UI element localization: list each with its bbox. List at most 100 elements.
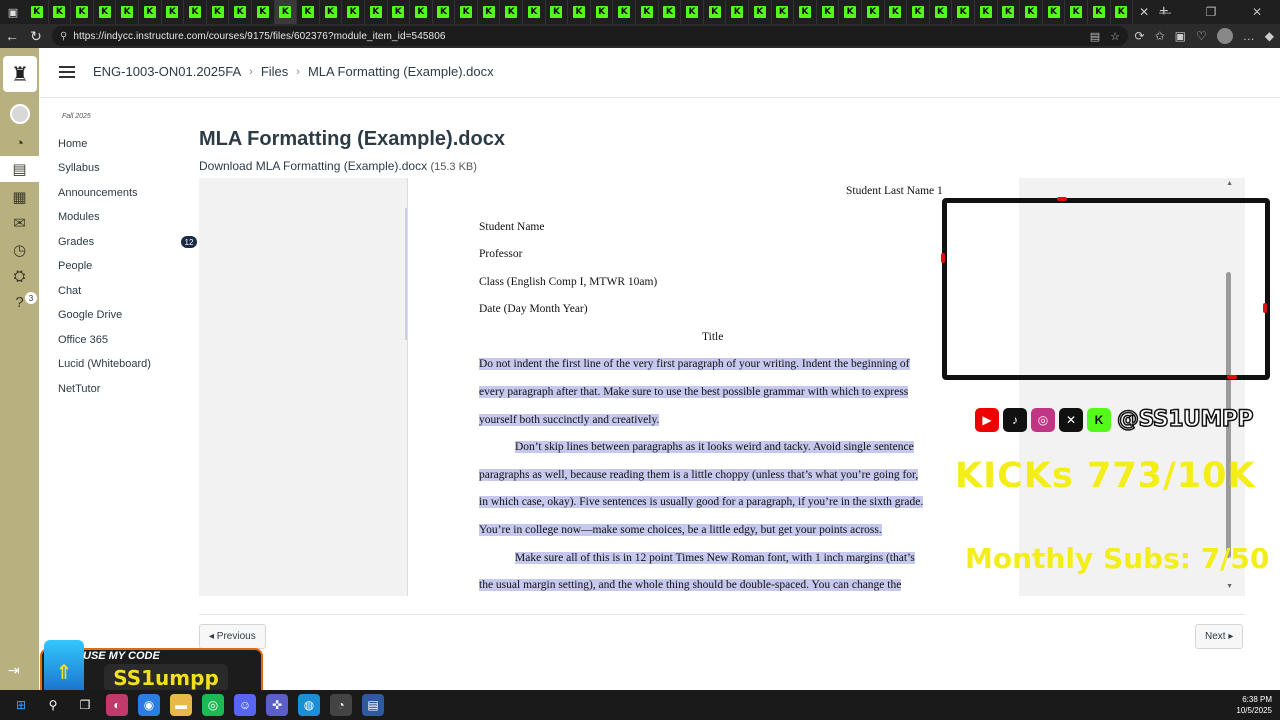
browser-tab[interactable]: K [433, 0, 456, 24]
browser-tab[interactable]: K [478, 0, 501, 24]
browser-tab[interactable]: K [568, 0, 591, 24]
discord-icon[interactable]: ☺ [234, 694, 256, 716]
browser-tab[interactable]: K [998, 0, 1021, 24]
maximize-icon[interactable]: ❐ [1188, 0, 1234, 24]
course-nav-office-365[interactable]: Office 365 [58, 334, 108, 346]
history-icon[interactable]: ◷ [0, 237, 39, 263]
account-avatar[interactable] [0, 101, 39, 127]
studio-icon[interactable]: ⛭ [0, 263, 39, 289]
browser-tab[interactable]: K [817, 0, 840, 24]
course-nav-nettutor[interactable]: NetTutor [58, 383, 100, 395]
course-nav-people[interactable]: People [58, 260, 92, 272]
browser-tab[interactable]: K [71, 0, 94, 24]
favorites-icon[interactable]: ✩ [1155, 29, 1165, 43]
browser-tab[interactable]: K [636, 0, 659, 24]
browser-tab[interactable]: K [591, 0, 614, 24]
search-icon[interactable]: ⚲ [42, 694, 64, 716]
browser-tab[interactable]: K [365, 0, 388, 24]
tab-actions-icon[interactable]: ▣ [0, 0, 26, 24]
browser-tab[interactable]: K [342, 0, 365, 24]
browser-tab[interactable]: K [1065, 0, 1088, 24]
browser-tab[interactable]: K [726, 0, 749, 24]
browser-essentials-icon[interactable]: ♡ [1196, 29, 1207, 43]
reload-icon[interactable]: ↻ [24, 24, 48, 48]
more-menu-icon[interactable]: … [1243, 29, 1255, 43]
minimize-icon[interactable]: — [1142, 0, 1188, 24]
browser-tab[interactable]: K [388, 0, 411, 24]
course-nav-announcements[interactable]: Announcements [58, 187, 138, 199]
site-info-icon[interactable]: ⚲ [60, 31, 67, 42]
spotify-icon[interactable]: ◎ [202, 694, 224, 716]
breadcrumb-course[interactable]: ENG-1003-ON01.2025FA [93, 64, 241, 79]
browser-tab[interactable]: K [681, 0, 704, 24]
browser-tab[interactable]: K [930, 0, 953, 24]
browser-tab[interactable]: K [862, 0, 885, 24]
browser-tab[interactable]: K [839, 0, 862, 24]
obs-icon[interactable]: ◔ [330, 694, 352, 716]
document-page[interactable]: Student Last Name 1 Student Name Profess… [407, 178, 1019, 596]
institution-logo[interactable]: ♜ [3, 56, 37, 92]
browser-tab[interactable]: K [613, 0, 637, 24]
browser-tab[interactable]: K [659, 0, 682, 24]
browser-tab[interactable]: K [749, 0, 772, 24]
browser-tab[interactable]: K [455, 0, 478, 24]
browser-tab[interactable]: K [704, 0, 727, 24]
document-app-icon[interactable]: ▤ [362, 694, 384, 716]
course-nav-grades[interactable]: Grades [58, 236, 94, 248]
courses-icon[interactable]: ▤ [0, 156, 39, 182]
calendar-icon[interactable]: ▦ [0, 184, 39, 210]
browser-tab[interactable]: K [500, 0, 524, 24]
collections-icon[interactable]: ▣ [1175, 29, 1186, 43]
browser-tab[interactable]: K [794, 0, 817, 24]
download-link-label[interactable]: Download MLA Formatting (Example).docx [199, 159, 427, 173]
browser-tab[interactable]: K [116, 0, 139, 24]
browser-tab[interactable]: K [297, 0, 320, 24]
edge-icon[interactable]: ◍ [298, 694, 320, 716]
browser-tab[interactable]: K [207, 0, 230, 24]
address-bar[interactable]: ⚲ https://indycc.instructure.com/courses… [52, 26, 1128, 46]
course-nav-google-drive[interactable]: Google Drive [58, 309, 122, 321]
back-icon[interactable]: ← [0, 24, 24, 48]
browser-tab[interactable]: K [139, 0, 162, 24]
browser-tab[interactable]: K [772, 0, 795, 24]
chrome-icon[interactable]: ◉ [138, 694, 160, 716]
browser-tab[interactable]: K [229, 0, 252, 24]
extensions-icon[interactable]: ⟳ [1135, 29, 1145, 43]
browser-tab[interactable]: K [1043, 0, 1066, 24]
reader-view-icon[interactable]: ▤ [1090, 30, 1100, 43]
next-button[interactable]: Next ▸ [1195, 624, 1244, 649]
browser-tab[interactable]: K [94, 0, 117, 24]
profile-avatar[interactable] [1216, 28, 1233, 44]
inbox-icon[interactable]: ✉ [0, 210, 39, 236]
browser-tab[interactable]: K [952, 0, 975, 24]
scroll-down-icon[interactable]: ▼ [1226, 583, 1233, 590]
course-nav-home[interactable]: Home [58, 138, 87, 150]
collapse-nav-icon[interactable]: ⇥ [8, 662, 20, 679]
browser-tab[interactable]: K [49, 0, 72, 24]
controller-icon[interactable]: ✜ [266, 694, 288, 716]
browser-tab[interactable]: K [1088, 0, 1111, 24]
browser-tab[interactable]: K [274, 0, 298, 24]
browser-tab[interactable]: K [320, 0, 343, 24]
scroll-up-icon[interactable]: ▲ [1226, 180, 1233, 187]
dashboard-icon[interactable]: ◔ [0, 130, 39, 156]
breadcrumb-files[interactable]: Files [261, 64, 288, 79]
browser-tab[interactable]: K [184, 0, 207, 24]
system-clock[interactable]: 6:38 PM 10/5/2025 [1236, 694, 1272, 716]
course-nav-modules[interactable]: Modules [58, 211, 100, 223]
browser-tab[interactable]: K [885, 0, 908, 24]
browser-tab[interactable]: K [523, 0, 546, 24]
browser-tab[interactable]: K [546, 0, 569, 24]
task-view-icon[interactable]: ❐ [74, 694, 96, 716]
download-link[interactable]: Download MLA Formatting (Example).docx (… [199, 159, 477, 173]
browser-tab[interactable]: K [907, 0, 930, 24]
browser-tab[interactable]: K [1111, 0, 1134, 24]
browser-tab[interactable]: K [252, 0, 275, 24]
windows-start-icon[interactable]: ⊞ [10, 694, 32, 716]
app-icon[interactable]: ◐ [106, 694, 128, 716]
browser-tab[interactable]: K [975, 0, 998, 24]
browser-tab[interactable]: K [162, 0, 185, 24]
course-nav-syllabus[interactable]: Syllabus [58, 162, 100, 174]
browser-tab[interactable]: K [410, 0, 433, 24]
course-nav-lucid[interactable]: Lucid (Whiteboard) [58, 358, 151, 370]
